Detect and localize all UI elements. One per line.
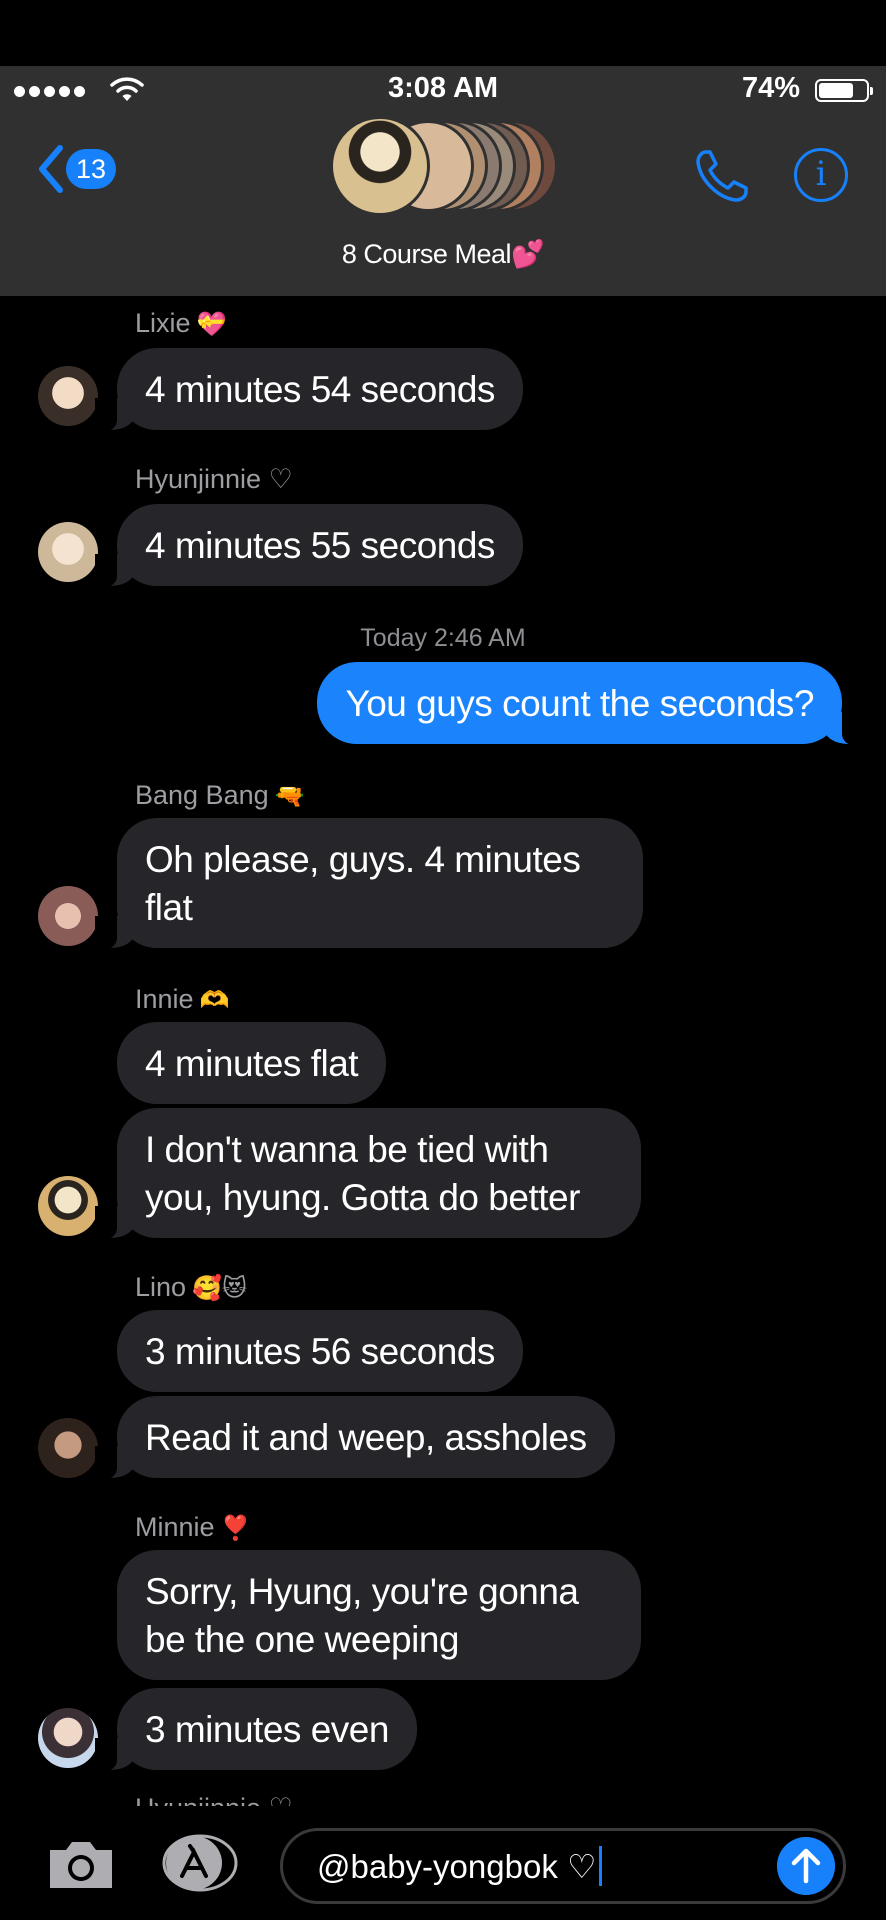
message-bubble[interactable]: 3 minutes 56 seconds	[117, 1310, 523, 1392]
app-store-icon[interactable]	[160, 1834, 240, 1892]
chevron-left-icon	[39, 145, 63, 193]
group-avatar	[330, 116, 430, 216]
battery-percentage: 74%	[741, 72, 800, 104]
top-black-area	[0, 0, 886, 66]
message-bubble[interactable]: 4 minutes flat	[117, 1022, 387, 1104]
send-arrow-icon[interactable]	[777, 1837, 835, 1895]
avatar[interactable]	[38, 1708, 98, 1768]
avatar[interactable]	[38, 522, 98, 582]
status-bar: 3:08 AM 74%	[0, 66, 886, 114]
message-timestamp: Today 2:46 AM	[360, 624, 526, 652]
phone-icon[interactable]	[692, 146, 752, 206]
sender-name: Lixie 💝	[135, 308, 227, 338]
avatar[interactable]	[38, 1418, 98, 1478]
message-bubble[interactable]: I don't wanna be tied with you, hyung. G…	[95, 1108, 641, 1240]
text-caret	[598, 1846, 602, 1886]
back-button[interactable]: 13	[36, 144, 117, 194]
conversation-header: 13 8 Course Meal💕 i	[0, 114, 886, 296]
sender-name: Minnie ❣️	[135, 1512, 251, 1542]
message-bubble[interactable]: 4 minutes 54 seconds	[95, 348, 523, 432]
message-bubble[interactable]: 3 minutes even	[95, 1688, 417, 1772]
group-avatar-stack[interactable]	[330, 116, 560, 216]
avatar[interactable]	[38, 886, 98, 946]
group-name[interactable]: 8 Course Meal💕	[0, 238, 886, 270]
compose-bar: @baby-yongbok ♡	[0, 1806, 886, 1920]
info-icon[interactable]: i	[794, 148, 848, 202]
message-bubble[interactable]: Read it and weep, assholes	[95, 1396, 615, 1480]
avatar[interactable]	[38, 1176, 98, 1236]
message-input[interactable]: @baby-yongbok ♡	[280, 1828, 846, 1904]
battery-icon	[815, 79, 873, 102]
sender-name: Lino 🥰😻	[135, 1272, 247, 1302]
sender-name: Innie 🫶	[135, 984, 230, 1014]
avatar[interactable]	[38, 366, 98, 426]
message-bubble[interactable]: 4 minutes 55 seconds	[95, 504, 523, 588]
message-bubble-outgoing[interactable]: You guys count the seconds?	[317, 662, 864, 746]
unread-count-badge: 13	[66, 149, 117, 189]
sender-name: Bang Bang 🔫	[135, 780, 305, 810]
sender-name: Hyunjinnie ♡	[135, 464, 293, 494]
message-bubble[interactable]: Oh please, guys. 4 minutes flat	[95, 818, 643, 950]
message-bubble[interactable]: Sorry, Hyung, you're gonna be the one we…	[117, 1550, 641, 1680]
camera-icon[interactable]	[46, 1836, 116, 1892]
